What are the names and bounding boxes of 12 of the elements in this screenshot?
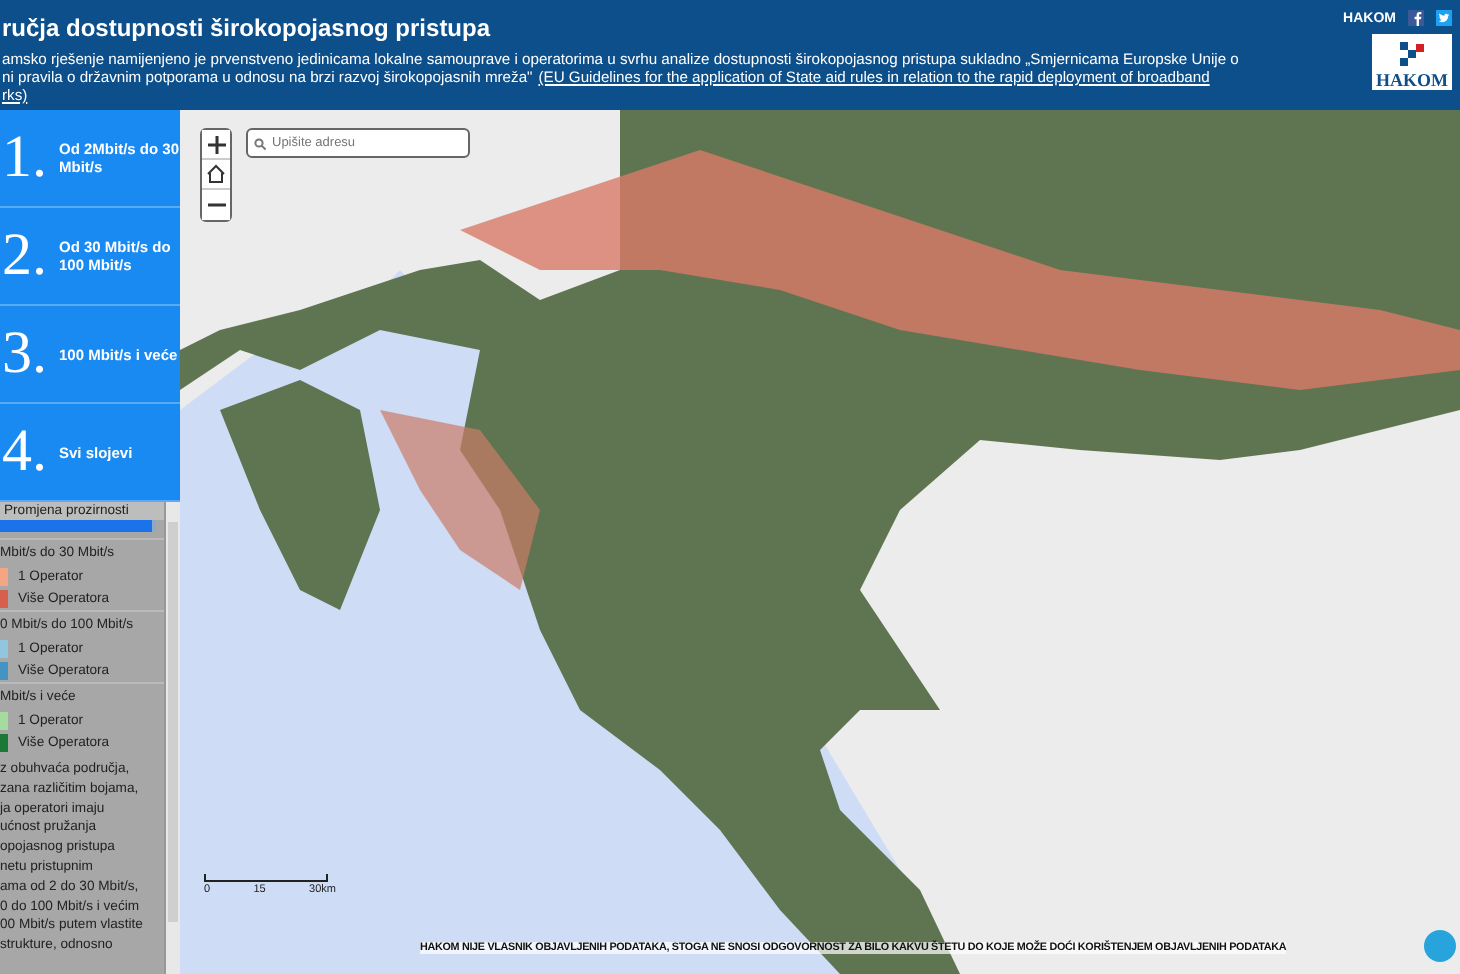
opacity-slider[interactable] bbox=[0, 520, 156, 532]
twitter-icon[interactable] bbox=[1436, 10, 1452, 26]
zoom-in-button[interactable] bbox=[202, 130, 230, 160]
home-icon bbox=[206, 164, 226, 184]
page-title: ručja dostupnosti širokopojasnog pristupa bbox=[2, 14, 491, 42]
scale-bar bbox=[204, 874, 328, 882]
scrollbar[interactable] bbox=[164, 502, 180, 974]
facebook-icon[interactable] bbox=[1408, 10, 1424, 26]
minus-icon bbox=[207, 202, 225, 208]
plus-icon bbox=[207, 135, 225, 153]
hakom-logo: HAKOM bbox=[1372, 34, 1452, 90]
home-button[interactable] bbox=[202, 160, 230, 190]
